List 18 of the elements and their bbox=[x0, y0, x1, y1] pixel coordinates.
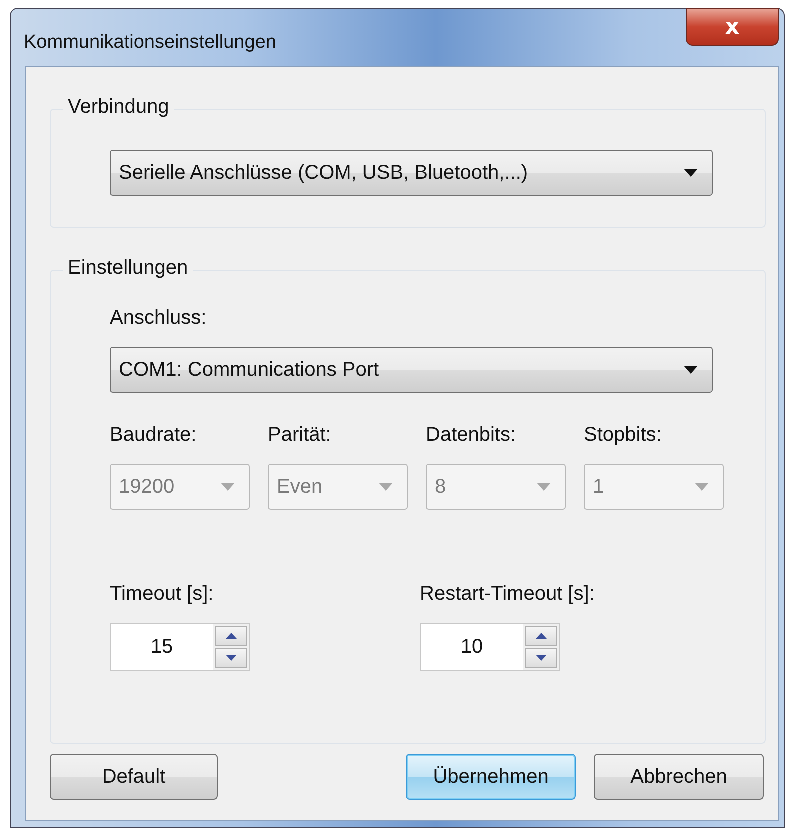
window-title: Kommunikationseinstellungen bbox=[24, 32, 276, 54]
close-button[interactable]: x bbox=[686, 8, 779, 46]
field-label: Parität: bbox=[268, 424, 332, 447]
port-dropdown[interactable]: COM1: Communications Port bbox=[110, 347, 713, 393]
dialog-button[interactable]: Übernehmen bbox=[406, 754, 576, 800]
number-spinner[interactable]: 15 bbox=[110, 623, 250, 671]
field-label: Stopbits: bbox=[584, 424, 663, 447]
group-legend: Verbindung bbox=[63, 96, 174, 119]
field-label: Datenbits: bbox=[426, 424, 518, 447]
field-label: Restart-Timeout [s]: bbox=[420, 583, 595, 606]
dialog-button[interactable]: Abbrechen bbox=[594, 754, 764, 800]
field-label: Baudrate: bbox=[110, 424, 198, 447]
field-label: Timeout [s]: bbox=[110, 583, 215, 606]
field-label: Anschluss: bbox=[110, 307, 208, 330]
dialog-button[interactable]: Default bbox=[50, 754, 218, 800]
connection-dropdown[interactable]: Serielle Anschlüsse (COM, USB, Bluetooth,...) bbox=[110, 150, 713, 196]
number-spinner[interactable]: 10 bbox=[420, 623, 560, 671]
group-legend: Einstellungen bbox=[63, 257, 194, 280]
